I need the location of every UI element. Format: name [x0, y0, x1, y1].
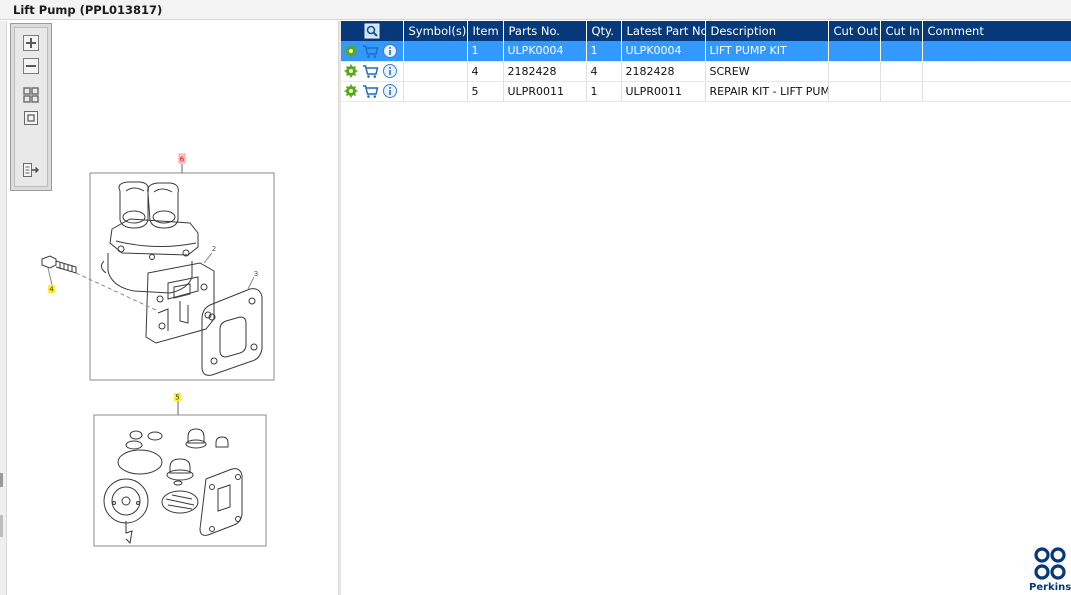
left-collapse-strip[interactable] [0, 21, 7, 595]
cell-cut-out [828, 81, 881, 102]
cell-latest-part-no[interactable]: ULPR0011 [621, 81, 706, 102]
cell-cut-out [828, 41, 881, 62]
brand-logo: Perkins [1027, 546, 1071, 595]
illustration-pane[interactable]: 6 2 3 4 5 [8, 21, 338, 595]
fit-all-button[interactable] [22, 86, 40, 104]
zoom-in-icon [23, 35, 39, 51]
cell-description: LIFT PUMP KIT [705, 41, 829, 62]
callout-2[interactable]: 2 [212, 245, 216, 253]
column-header-symbols[interactable]: Symbol(s) [403, 21, 468, 41]
cell-item: 4 [467, 61, 504, 82]
callout-3-label: 3 [254, 270, 258, 278]
callout-5[interactable]: 5 [174, 393, 181, 402]
zoom-out-button[interactable] [22, 57, 40, 75]
gear-icon[interactable] [344, 83, 358, 99]
callout-6-label: 6 [180, 156, 185, 164]
info-icon[interactable] [382, 43, 398, 59]
zoom-out-icon [23, 58, 39, 74]
row-action-icons [341, 61, 404, 82]
column-header-description[interactable]: Description [705, 21, 829, 41]
callout-4[interactable]: 4 [48, 285, 55, 294]
callout-4-label: 4 [49, 286, 54, 294]
table-row[interactable]: 4 2182428 4 2182428 SCREW [341, 61, 1071, 82]
cell-comment [922, 61, 1071, 82]
cell-comment [922, 41, 1071, 62]
actual-size-button[interactable] [22, 109, 40, 127]
cell-symbols [403, 61, 468, 82]
parts-table: Symbol(s) Item Parts No. Qty. Latest Par… [341, 21, 1071, 102]
callout-5-label: 5 [175, 394, 179, 402]
cell-part-no[interactable]: ULPR0011 [503, 81, 587, 102]
gear-icon[interactable] [344, 63, 358, 79]
cell-cut-in [880, 81, 923, 102]
cell-comment [922, 81, 1071, 102]
title-bar: Lift Pump (PPL013817) [0, 0, 1071, 20]
export-icon [23, 163, 39, 177]
screw-drawing [41, 255, 77, 274]
table-row[interactable]: 1 ULPK0004 1 ULPK0004 LIFT PUMP KIT [341, 41, 1071, 62]
column-header-cut-in[interactable]: Cut In [880, 21, 923, 41]
table-header-row: Symbol(s) Item Parts No. Qty. Latest Par… [341, 21, 1071, 41]
window-title: Lift Pump (PPL013817) [13, 3, 163, 17]
column-header-cut-out[interactable]: Cut Out [828, 21, 881, 41]
cell-part-no[interactable]: 2182428 [503, 61, 587, 82]
cart-icon[interactable] [362, 63, 379, 79]
collapse-handle[interactable] [0, 473, 3, 487]
table-row[interactable]: 5 ULPR0011 1 ULPR0011 REPAIR KIT - LIFT … [341, 81, 1071, 102]
repair-kit-drawing [103, 428, 243, 545]
fit-all-icon [23, 87, 39, 103]
app-window: Lift Pump (PPL013817) 6 2 3 4 5 Symbol(s… [0, 0, 1071, 595]
perkins-logo-icon [1034, 547, 1066, 580]
cell-latest-part-no[interactable]: 2182428 [621, 61, 706, 82]
exploded-view-drawing[interactable]: 6 2 3 4 5 [8, 21, 338, 595]
actual-size-icon [24, 111, 38, 125]
zoom-toolbar [10, 23, 52, 191]
cell-description: REPAIR KIT - LIFT PUMP [705, 81, 829, 102]
parts-list-pane: Symbol(s) Item Parts No. Qty. Latest Par… [341, 21, 1071, 595]
brand-logo-text: Perkins [1029, 582, 1071, 593]
cart-icon[interactable] [362, 83, 379, 99]
cell-description: SCREW [705, 61, 829, 82]
callout-3[interactable]: 3 [254, 270, 258, 278]
info-icon[interactable] [382, 83, 398, 99]
cell-symbols [403, 41, 468, 62]
row-action-icons [341, 41, 404, 62]
cell-qty: 1 [586, 81, 622, 102]
cell-item: 5 [467, 81, 504, 102]
column-header-comment[interactable]: Comment [922, 21, 1071, 41]
filter-search-icon [364, 23, 380, 39]
export-button[interactable] [22, 161, 40, 179]
cell-cut-in [880, 61, 923, 82]
column-header-latest-part-no[interactable]: Latest Part No. [621, 21, 706, 41]
column-header-parts-no[interactable]: Parts No. [503, 21, 587, 41]
assembly-frame [89, 172, 275, 381]
column-header-qty[interactable]: Qty. [586, 21, 622, 41]
cell-item: 1 [467, 41, 504, 62]
callout-6[interactable]: 6 [178, 153, 186, 164]
row-action-icons [341, 81, 404, 102]
cell-qty: 4 [586, 61, 622, 82]
cell-latest-part-no[interactable]: ULPK0004 [621, 41, 706, 62]
info-icon[interactable] [382, 63, 398, 79]
column-header-icons[interactable] [341, 21, 404, 41]
pump-body-drawing [100, 181, 215, 344]
zoom-in-button[interactable] [22, 34, 40, 52]
callout-2-label: 2 [212, 245, 216, 253]
scroll-handle[interactable] [0, 515, 3, 537]
gasket-drawing [201, 288, 263, 376]
cell-qty: 1 [586, 41, 622, 62]
cell-part-no[interactable]: ULPK0004 [503, 41, 587, 62]
column-header-item[interactable]: Item [467, 21, 504, 41]
cell-cut-in [880, 41, 923, 62]
cart-icon[interactable] [362, 43, 379, 59]
cell-symbols [403, 81, 468, 102]
cell-cut-out [828, 61, 881, 82]
gear-icon[interactable] [344, 43, 358, 59]
